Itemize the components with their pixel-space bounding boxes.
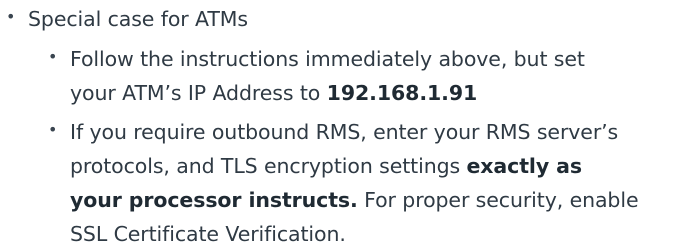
sub-item-text: For proper security, enable bbox=[357, 188, 639, 212]
bullet-icon: • bbox=[48, 47, 58, 66]
sub-list-item-rms: • If you require outbound RMS, enter you… bbox=[0, 113, 679, 251]
sub-item-line: Follow the instructions immediately abov… bbox=[70, 47, 585, 71]
sub-item-line: protocols, and TLS encryption settings e… bbox=[70, 149, 582, 183]
bullet-icon: • bbox=[48, 120, 58, 139]
emphasis-text: your processor instructs. bbox=[70, 188, 358, 212]
bullet-icon: • bbox=[6, 7, 16, 26]
list-item-special-case: • Special case for ATMs bbox=[0, 0, 679, 40]
sub-item-line: your processor instructs. For proper sec… bbox=[70, 183, 639, 217]
emphasis-text: exactly as bbox=[466, 154, 583, 178]
sub-item-text: protocols, and TLS encryption settings bbox=[70, 154, 467, 178]
sub-item-line: SSL Certificate Verification. bbox=[70, 222, 346, 246]
sub-item-line: your ATM’s IP Address to 192.168.1.91 bbox=[70, 76, 477, 110]
ip-address-value: 192.168.1.91 bbox=[326, 81, 478, 105]
sub-list-item-ip-address: • Follow the instructions immediately ab… bbox=[0, 40, 679, 112]
list-item-text: Special case for ATMs bbox=[28, 7, 248, 31]
sub-item-line: If you require outbound RMS, enter your … bbox=[70, 120, 619, 144]
sub-item-text: your ATM’s IP Address to bbox=[70, 81, 327, 105]
